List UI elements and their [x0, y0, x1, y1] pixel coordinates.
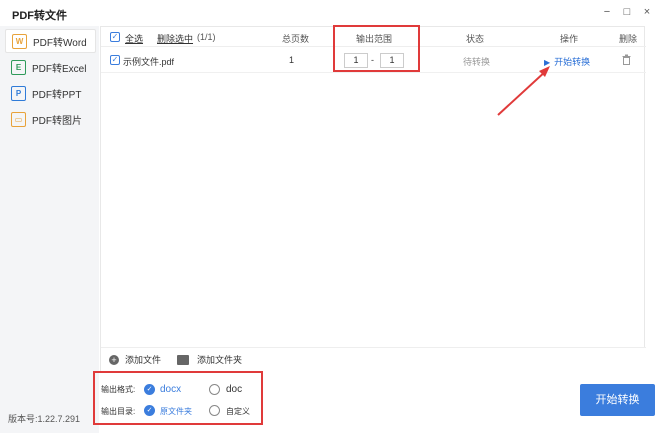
plus-icon: +	[109, 354, 119, 365]
format-doc-radio[interactable]	[209, 384, 220, 395]
sidebar-item-label: PDF转PPT	[32, 89, 82, 101]
add-folder-label: 添加文件夹	[197, 355, 243, 365]
list-footer: + 添加文件 添加文件夹	[101, 347, 646, 371]
dir-custom-label[interactable]: 自定义	[226, 406, 250, 417]
close-button[interactable]: ×	[640, 5, 654, 19]
format-docx-radio[interactable]: ✓	[144, 384, 155, 395]
minimize-button[interactable]: −	[600, 5, 614, 19]
sidebar-item-label: PDF转图片	[32, 115, 82, 127]
title-bar: PDF转文件 − □ ×	[0, 0, 663, 26]
delete-selected-link[interactable]: 删除选中	[157, 32, 193, 45]
file-count: (1/1)	[197, 32, 216, 42]
maximize-button[interactable]: □	[620, 5, 634, 19]
file-checkbox[interactable]: ✓	[110, 55, 120, 65]
add-file-label: 添加文件	[125, 355, 162, 365]
excel-icon: E	[11, 59, 26, 75]
app-title: PDF转文件	[12, 10, 67, 22]
column-action: 操作	[560, 34, 579, 44]
output-range-highlight	[333, 25, 420, 72]
start-convert-button[interactable]: 开始转换	[580, 384, 655, 416]
sidebar-item-pdf-to-word[interactable]: W PDF转Word	[5, 29, 96, 53]
image-icon: ▭	[11, 111, 26, 127]
column-total-pages: 总页数	[282, 34, 310, 44]
column-status: 状态	[466, 34, 485, 44]
annotation-arrow	[497, 66, 550, 116]
sidebar-item-pdf-to-image[interactable]: ▭ PDF转图片	[5, 107, 96, 131]
dir-custom-radio[interactable]	[209, 405, 220, 416]
sidebar-item-label: PDF转Word	[33, 37, 87, 49]
output-options: 输出格式: ✓ docx doc 输出目录: ✓ 原文件夹 自定义	[93, 371, 263, 425]
word-icon: W	[12, 33, 27, 49]
folder-icon	[177, 354, 189, 365]
select-all-checkbox[interactable]: ✓	[110, 32, 120, 42]
select-all-link[interactable]: 全选	[125, 32, 143, 45]
file-name: 示例文件.pdf	[123, 57, 175, 67]
file-pages: 1	[289, 55, 295, 65]
trash-icon[interactable]	[622, 54, 631, 65]
format-docx-label[interactable]: docx	[160, 384, 181, 395]
add-file-button[interactable]: + 添加文件	[109, 353, 161, 366]
start-convert-label: 开始转换	[554, 57, 591, 67]
add-folder-button[interactable]: 添加文件夹	[177, 353, 242, 366]
dir-original-label[interactable]: 原文件夹	[160, 406, 192, 417]
version-label: 版本号:1.22.7.291	[8, 414, 81, 424]
format-doc-label[interactable]: doc	[226, 384, 242, 395]
file-status: 待转换	[463, 57, 491, 67]
column-delete: 删除	[619, 34, 638, 44]
sidebar: W PDF转Word E PDF转Excel P PDF转PPT ▭ PDF转图…	[0, 26, 99, 433]
app-window: PDF转文件 − □ × W PDF转Word E PDF转Excel P PD…	[0, 0, 663, 433]
ppt-icon: P	[11, 85, 26, 101]
dir-original-radio[interactable]: ✓	[144, 405, 155, 416]
sidebar-item-pdf-to-excel[interactable]: E PDF转Excel	[5, 55, 96, 79]
file-list-panel: ✓ 全选 删除选中 (1/1) 总页数 输出范围 状态 操作 删除 ✓ 示例文件…	[100, 26, 646, 371]
dir-label: 输出目录:	[101, 407, 136, 416]
sidebar-item-pdf-to-ppt[interactable]: P PDF转PPT	[5, 81, 96, 105]
sidebar-item-label: PDF转Excel	[32, 63, 87, 75]
format-label: 输出格式:	[101, 385, 136, 394]
